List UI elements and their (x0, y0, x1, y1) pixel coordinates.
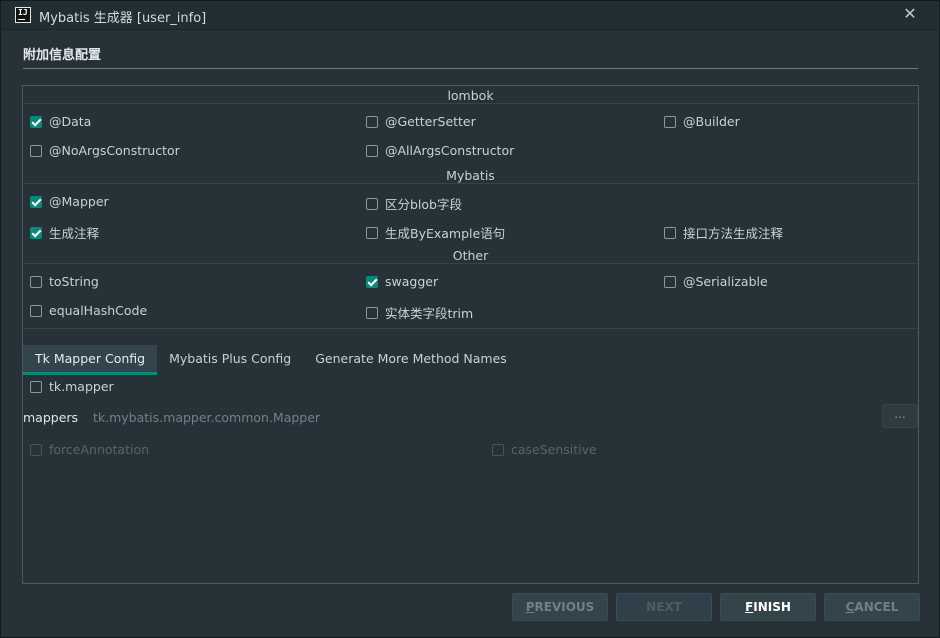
checkbox-box[interactable] (366, 144, 378, 157)
mappers-label: mappers (23, 410, 79, 425)
checkbox-box[interactable] (30, 304, 42, 317)
tab-generate-more-method-names[interactable]: Generate More Method Names (303, 345, 519, 375)
checkbox-box[interactable] (30, 443, 42, 456)
checkbox-generate-comments[interactable]: 生成注释 (30, 223, 99, 242)
checkbox-box[interactable] (30, 275, 42, 288)
checkbox-box[interactable] (366, 275, 378, 288)
checkbox-data[interactable]: @Data (30, 114, 91, 129)
checkbox-box[interactable] (30, 115, 42, 128)
checkbox-box[interactable] (664, 226, 676, 239)
checkbox-box[interactable] (664, 275, 676, 288)
checkbox-box[interactable] (30, 195, 42, 208)
checkbox-box[interactable] (366, 197, 378, 210)
checkbox-label: @Data (49, 114, 92, 129)
checkbox-case-sensitive[interactable]: caseSensitive (492, 442, 597, 457)
checkbox-box[interactable] (492, 443, 504, 456)
group-divider (23, 103, 918, 104)
checkbox-label: @GetterSetter (385, 114, 476, 129)
title-bar[interactable]: IJ Mybatis 生成器 [user_info] ✕ (1, 1, 939, 30)
checkbox-box[interactable] (30, 144, 42, 157)
checkbox-box[interactable] (366, 115, 378, 128)
checkbox-label: @Builder (683, 114, 740, 129)
group-title-other: Other (23, 248, 918, 263)
checkbox-label: @AllArgsConstructor (385, 143, 515, 158)
checkbox-box[interactable] (30, 380, 42, 393)
checkbox-builder[interactable]: @Builder (664, 114, 740, 129)
checkbox-serializable[interactable]: @Serializable (664, 274, 768, 289)
checkbox-equalhashcode[interactable]: equalHashCode (30, 303, 147, 318)
checkbox-swagger[interactable]: swagger (366, 274, 438, 289)
checkbox-label: @NoArgsConstructor (49, 143, 180, 158)
intellij-app-icon: IJ (15, 7, 31, 23)
checkbox-label: tk.mapper (49, 379, 114, 394)
group-divider (23, 183, 918, 184)
checkbox-byexample[interactable]: 生成ByExample语句 (366, 223, 505, 242)
tab-tk-mapper-config[interactable]: Tk Mapper Config (23, 345, 158, 375)
group-title-mybatis: Mybatis (23, 168, 918, 183)
options-panel: lombok @Data @GetterSetter @Builder @NoA… (22, 85, 919, 584)
section-title: 附加信息配置 (23, 48, 102, 63)
finish-button[interactable]: FINISH (720, 593, 816, 621)
group-divider (23, 328, 918, 329)
checkbox-label: toString (49, 274, 99, 289)
checkbox-label: 实体类字段trim (385, 306, 474, 321)
checkbox-box[interactable] (30, 226, 42, 239)
checkbox-noargsconstructor[interactable]: @NoArgsConstructor (30, 143, 180, 158)
cancel-button[interactable]: CANCEL (824, 593, 920, 621)
checkbox-force-annotation[interactable]: forceAnnotation (30, 442, 149, 457)
group-title-lombok: lombok (23, 88, 918, 103)
checkbox-tostring[interactable]: toString (30, 274, 99, 289)
checkbox-box[interactable] (366, 306, 378, 319)
checkbox-label: 区分blob字段 (385, 197, 462, 212)
checkbox-field-trim[interactable]: 实体类字段trim (366, 303, 473, 322)
checkbox-label: 接口方法生成注释 (683, 226, 784, 241)
window-title: Mybatis 生成器 [user_info] (39, 11, 207, 26)
checkbox-mapper[interactable]: @Mapper (30, 194, 109, 209)
checkbox-label: @Mapper (49, 194, 109, 209)
checkbox-label: equalHashCode (49, 303, 148, 318)
mappers-input[interactable]: tk.mybatis.mapper.common.Mapper (93, 410, 320, 425)
previous-button[interactable]: PREVIOUS (512, 593, 608, 621)
section-divider (23, 68, 918, 69)
checkbox-allargsconstructor[interactable]: @AllArgsConstructor (366, 143, 514, 158)
checkbox-label: 生成ByExample语句 (385, 226, 506, 241)
dialog-window: IJ Mybatis 生成器 [user_info] ✕ 附加信息配置 lomb… (0, 0, 940, 638)
checkbox-label: @Serializable (683, 274, 768, 289)
checkbox-box[interactable] (366, 226, 378, 239)
group-divider (23, 263, 918, 264)
checkbox-gettersetter[interactable]: @GetterSetter (366, 114, 476, 129)
tab-mybatis-plus-config[interactable]: Mybatis Plus Config (157, 345, 303, 375)
checkbox-label: 生成注释 (49, 226, 100, 241)
checkbox-interface-comments[interactable]: 接口方法生成注释 (664, 223, 783, 242)
config-tabs: Tk Mapper Config Mybatis Plus Config Gen… (23, 345, 519, 375)
close-icon[interactable]: ✕ (901, 5, 919, 23)
checkbox-box[interactable] (664, 115, 676, 128)
checkbox-blob-field[interactable]: 区分blob字段 (366, 194, 462, 213)
checkbox-label: swagger (385, 274, 439, 289)
checkbox-label: caseSensitive (511, 442, 597, 457)
checkbox-tk-mapper[interactable]: tk.mapper (30, 379, 114, 394)
checkbox-label: forceAnnotation (49, 442, 150, 457)
browse-button[interactable]: ... (882, 404, 918, 428)
next-button[interactable]: NEXT (616, 593, 712, 621)
